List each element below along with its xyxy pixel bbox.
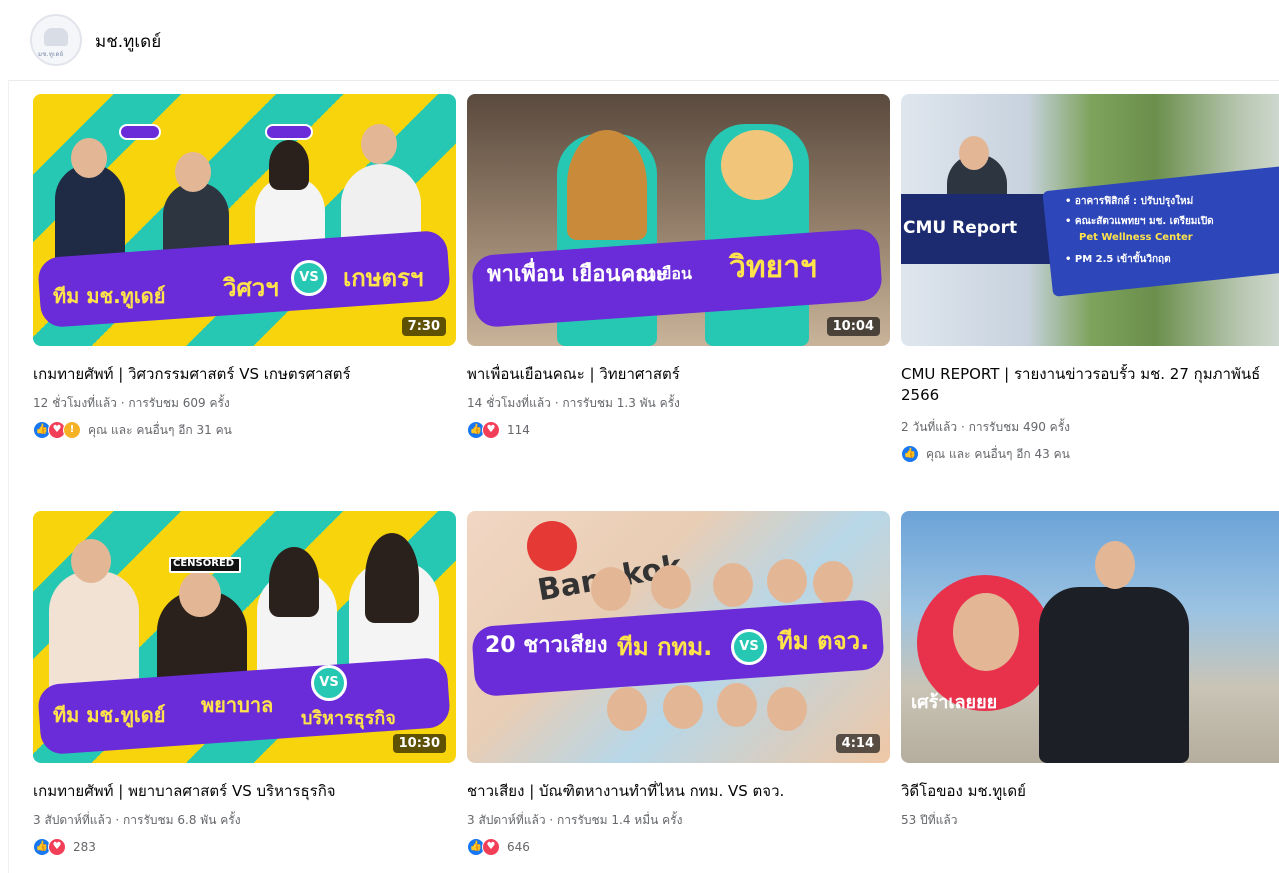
video-thumbnail[interactable]: ทีม มช.ทูเดย์ วิศวฯ VS เกษตรฯ 7:30 <box>33 94 456 346</box>
video-duration: 7:30 <box>401 317 446 336</box>
love-reaction-icon: ♥ <box>482 421 500 439</box>
thumb-person-hair <box>269 140 309 190</box>
reaction-count: คุณ และ คนอื่นๆ อีก 31 คน <box>88 422 232 437</box>
video-meta: 3 สัปดาห์ที่แล้ว · การรับชม 6.8 พัน ครั้… <box>33 813 241 827</box>
thumb-person-head <box>179 571 221 617</box>
video-title[interactable]: พาเพื่อนเยือนคณะ | วิทยาศาสตร์ <box>467 364 890 385</box>
header-divider <box>8 80 1279 81</box>
video-reactions[interactable]: 👍 ♥ 114 <box>467 420 530 440</box>
video-title[interactable]: เกมทายศัพท์ | พยาบาลศาสตร์ VS บริหารธุรก… <box>33 781 456 802</box>
avatar-logo-icon <box>44 28 68 46</box>
thumb-banner-left-text: ทีม มช.ทูเดย์ <box>53 284 166 308</box>
thumb-headline-1: • อาคารฟิสิกส์ : ปรับปรุงใหม่ <box>1065 196 1194 207</box>
video-reactions[interactable]: 👍 คุณ และ คนอื่นๆ อีก 43 คน <box>901 444 1070 464</box>
thumb-vs-badge: VS <box>311 665 347 701</box>
video-thumbnail[interactable]: CENSORED ทีม มช.ทูเดย์ พยาบาล VS บริหารธ… <box>33 511 456 763</box>
thumb-banner-right-b: บริหารธุรกิจ <box>301 708 396 729</box>
thumb-banner-right-a: มาเยือน <box>637 264 692 283</box>
reaction-count: 646 <box>507 840 530 854</box>
thumb-caption: เศร้าเลยยย <box>911 692 998 713</box>
thumb-person-head <box>591 567 631 611</box>
love-reaction-icon: ♥ <box>48 838 66 856</box>
video-thumbnail[interactable]: Bangkok 20 ชาวเสียง ทีม กทม. VS ทีม ตจว.… <box>467 511 890 763</box>
thumb-banner-right-a: พยาบาล <box>201 693 274 717</box>
love-reaction-icon: ♥ <box>482 838 500 856</box>
page-name[interactable]: มช.ทูเดย์ <box>95 28 161 55</box>
thumb-person <box>1039 587 1189 763</box>
thumb-person-head <box>1095 541 1135 589</box>
thumb-name-tag <box>119 124 161 140</box>
reaction-count: 283 <box>73 840 96 854</box>
video-meta: 3 สัปดาห์ที่แล้ว · การรับชม 1.4 หมื่น คร… <box>467 813 683 827</box>
video-meta: 2 วันที่แล้ว · การรับชม 490 ครั้ง <box>901 420 1071 434</box>
thumb-headline-4: • PM 2.5 เข้าขั้นวิกฤต <box>1065 254 1171 265</box>
page-avatar[interactable]: มช.ทูเดย์ <box>30 14 82 66</box>
video-title[interactable]: วิดีโอของ มช.ทูเดย์ <box>901 781 1279 802</box>
video-duration: 4:14 <box>835 734 880 753</box>
thumb-person-hair <box>365 533 419 623</box>
thumb-person-hair <box>269 547 319 617</box>
thumb-person-head <box>607 687 647 731</box>
video-title[interactable]: CMU REPORT | รายงานข่าวรอบรั้ว มช. 27 กุ… <box>901 364 1279 406</box>
thumb-banner-left-text: ทีม มช.ทูเดย์ <box>53 703 166 727</box>
thumb-banner-left-text: 20 ชาวเสียง <box>485 633 608 658</box>
thumb-person-hat <box>721 130 793 200</box>
video-duration: 10:04 <box>826 317 880 336</box>
thumb-person-head <box>767 687 807 731</box>
thumb-banner-right-a: วิศวฯ <box>223 274 279 302</box>
thumb-banner-right-b: วิทยาฯ <box>729 250 817 285</box>
video-duration: 10:30 <box>392 734 446 753</box>
thumb-person-head <box>663 685 703 729</box>
thumb-headline-2: • คณะสัตวแพทยฯ มช. เตรียมเปิด <box>1065 216 1214 227</box>
thumb-name-tag <box>265 124 313 140</box>
reaction-count: 114 <box>507 423 530 437</box>
content-left-border <box>8 80 9 873</box>
thumb-person-hair <box>567 130 647 240</box>
reaction-count: คุณ และ คนอื่นๆ อีก 43 คน <box>926 446 1070 461</box>
thumb-headline-box <box>1042 161 1279 297</box>
thumb-person-head <box>361 124 397 164</box>
thumb-person-head <box>71 138 107 178</box>
thumb-person-head <box>651 565 691 609</box>
video-thumbnail[interactable]: พาเพื่อน เยือนคณะ มาเยือน วิทยาฯ 10:04 <box>467 94 890 346</box>
thumb-banner-right-b: เกษตรฯ <box>343 264 424 292</box>
video-reactions[interactable]: 👍 ♥ 283 <box>33 837 96 857</box>
thumb-vs-badge: VS <box>731 629 767 665</box>
video-thumbnail[interactable]: เศร้าเลยยย <box>901 511 1279 763</box>
map-pin-icon <box>527 521 577 571</box>
thumb-person-head <box>813 561 853 605</box>
thumb-person-head <box>959 136 989 170</box>
wow-reaction-icon: ! <box>63 421 81 439</box>
thumb-banner-right-b: ทีม ตจว. <box>777 627 870 655</box>
thumb-person-head <box>175 152 211 192</box>
thumb-report-label: CMU Report <box>903 218 1018 238</box>
thumb-person-head <box>953 593 1019 671</box>
thumb-person-head <box>717 683 757 727</box>
like-reaction-icon: 👍 <box>901 445 919 463</box>
thumb-person-head <box>767 559 807 603</box>
video-title[interactable]: เกมทายศัพท์ | วิศวกรรมศาสตร์ VS เกษตรศาส… <box>33 364 456 385</box>
thumb-vs-badge: VS <box>291 260 327 296</box>
thumb-person-head <box>713 563 753 607</box>
video-meta: 14 ชั่วโมงที่แล้ว · การรับชม 1.3 พัน ครั… <box>467 396 680 410</box>
thumb-censored-text: CENSORED <box>173 558 235 569</box>
video-reactions[interactable]: 👍 ♥ ! คุณ และ คนอื่นๆ อีก 31 คน <box>33 420 232 440</box>
video-thumbnail[interactable]: CMU Report • อาคารฟิสิกส์ : ปรับปรุงใหม่… <box>901 94 1279 346</box>
thumb-headline-3: Pet Wellness Center <box>1079 232 1193 243</box>
video-meta: 53 ปีที่แล้ว <box>901 813 958 827</box>
video-meta: 12 ชั่วโมงที่แล้ว · การรับชม 609 ครั้ง <box>33 396 230 410</box>
page-header: มช.ทูเดย์ มช.ทูเดย์ <box>0 0 1279 82</box>
thumb-banner-right-a: ทีม กทม. <box>617 633 713 661</box>
video-reactions[interactable]: 👍 ♥ 646 <box>467 837 530 857</box>
video-title[interactable]: ชาวเสียง | บัณฑิตหางานทำที่ไหน กทม. VS ต… <box>467 781 890 802</box>
avatar-logo-text: มช.ทูเดย์ <box>38 51 64 58</box>
thumb-person-head <box>71 539 111 583</box>
